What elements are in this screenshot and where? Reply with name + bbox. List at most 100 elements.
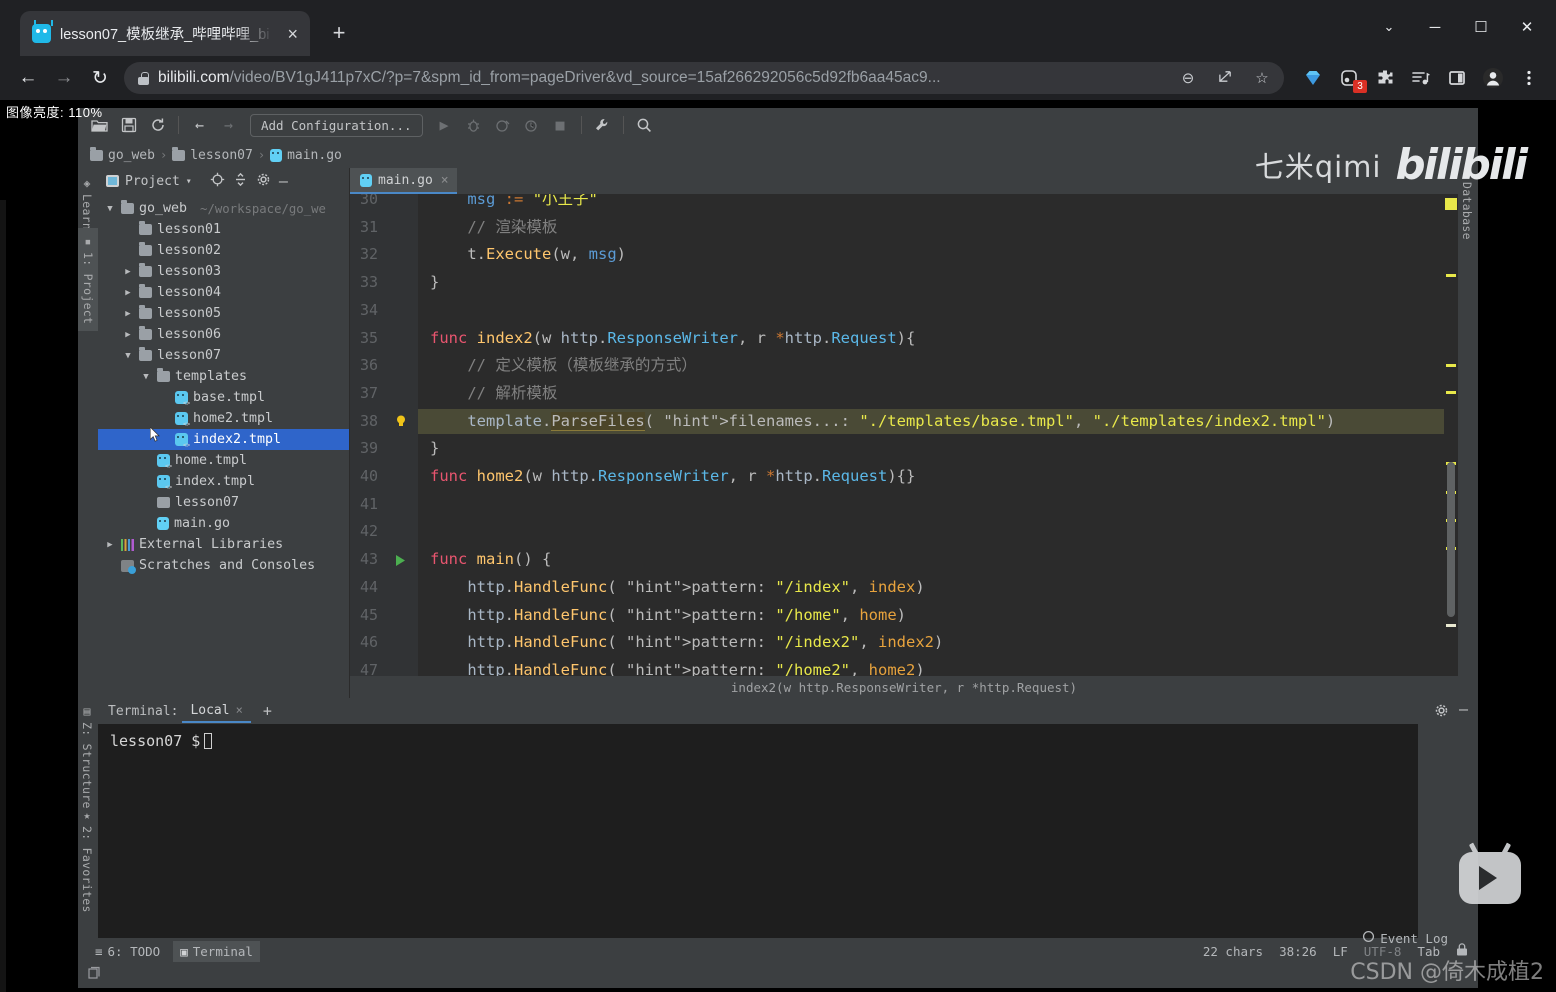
code-line[interactable]: template.ParseFiles( "hint">filenames...… (430, 411, 1335, 431)
locate-icon[interactable] (210, 172, 225, 191)
tree-item-lesson05[interactable]: ▶ lesson05 (98, 303, 349, 324)
chevron-down-icon[interactable]: ⌄ (1366, 8, 1412, 46)
event-log-button[interactable]: Event Log (1362, 930, 1448, 946)
new-tab-button[interactable]: + (325, 20, 353, 48)
code-line[interactable]: // 渲染模板 (430, 217, 557, 237)
code-editor[interactable]: 30313233343536373839404142434445464748 m… (350, 194, 1458, 676)
add-terminal-button[interactable]: + (255, 702, 280, 720)
chevron-right-icon[interactable]: ▶ (122, 309, 134, 319)
breadcrumb-item-lesson07[interactable]: lesson07 (172, 146, 253, 163)
bookmark-star-icon[interactable]: ☆ (1248, 69, 1276, 87)
ide-back-button[interactable]: ← (186, 112, 213, 138)
code-line[interactable]: } (430, 438, 439, 458)
code-line[interactable]: http.HandleFunc( "hint">pattern: "/home"… (430, 605, 906, 625)
code-line[interactable]: // 解析模板 (430, 383, 557, 403)
code-line[interactable]: t.Execute(w, msg) (430, 244, 626, 264)
profile-avatar-icon[interactable] (1476, 62, 1510, 94)
tree-item-lesson04[interactable]: ▶ lesson04 (98, 282, 349, 303)
close-icon[interactable]: × (236, 703, 243, 717)
search-icon[interactable] (631, 112, 658, 138)
status-terminal-button[interactable]: ▣ Terminal (173, 940, 260, 962)
terminal-output[interactable]: lesson07 $ (98, 724, 1418, 938)
code-content[interactable]: msg := "小王子" // 渲染模板 t.Execute(w, msg)} f… (418, 194, 1458, 676)
window-restore-icon[interactable] (86, 966, 101, 985)
gear-icon[interactable] (256, 172, 271, 191)
run-gutter-icon[interactable] (394, 552, 410, 568)
tree-item-scratches-and-consoles[interactable]: Scratches and Consoles (98, 555, 349, 576)
code-line[interactable]: http.HandleFunc( "hint">pattern: "/index… (430, 632, 943, 652)
gear-icon[interactable] (1434, 703, 1449, 722)
media-playlist-icon[interactable] (1404, 62, 1438, 94)
tree-item-home2-tmpl[interactable]: home2.tmpl (98, 408, 349, 429)
tree-item-main-go[interactable]: main.go (98, 513, 349, 534)
share-icon[interactable] (1211, 69, 1239, 88)
hide-terminal-button[interactable]: — (1459, 702, 1468, 717)
sidebar-item-structure[interactable]: ▤ Z: Structure (80, 704, 94, 809)
close-icon[interactable]: × (283, 25, 302, 43)
line-number-gutter[interactable]: 30313233343536373839404142434445464748 (350, 194, 418, 676)
chevron-right-icon[interactable]: ▶ (122, 288, 134, 298)
tree-item-lesson07[interactable]: ▼ lesson07 (98, 345, 349, 366)
breadcrumb-item-main-go[interactable]: main.go (270, 148, 342, 163)
ide-forward-button[interactable]: → (215, 112, 242, 138)
chevron-down-icon[interactable]: ▼ (104, 204, 116, 214)
tree-item-base-tmpl[interactable]: base.tmpl (98, 387, 349, 408)
video-player-area[interactable]: 图像亮度: 110% 七米qimi bilibili CSDN @倚木成植2 ←… (0, 100, 1556, 992)
maximize-button[interactable]: ☐ (1458, 8, 1504, 46)
tree-item-lesson03[interactable]: ▶ lesson03 (98, 261, 349, 282)
coverage-icon[interactable] (489, 112, 516, 138)
back-button[interactable]: ← (10, 62, 46, 94)
tree-item-index-tmpl[interactable]: index.tmpl (98, 471, 349, 492)
forward-button[interactable]: → (46, 62, 82, 94)
collapse-all-icon[interactable] (233, 172, 248, 191)
tree-item-lesson01[interactable]: lesson01 (98, 219, 349, 240)
status-line-separator[interactable]: LF (1333, 944, 1348, 959)
close-icon[interactable]: × (441, 173, 449, 188)
code-line[interactable]: func index2(w http.ResponseWriter, r *ht… (430, 328, 915, 348)
sync-icon[interactable] (144, 112, 171, 138)
tree-item-lesson07[interactable]: lesson07 (98, 492, 349, 513)
marker-gutter[interactable] (1444, 194, 1458, 676)
tree-item-lesson06[interactable]: ▶ lesson06 (98, 324, 349, 345)
status-todo-button[interactable]: ≡ 6: TODO (88, 941, 167, 962)
chrome-menu-icon[interactable] (1512, 62, 1546, 94)
chevron-right-icon[interactable]: ▶ (122, 330, 134, 340)
lock-icon[interactable] (1456, 943, 1468, 959)
sidebar-item-database[interactable]: Database (1460, 182, 1474, 240)
tree-item-index2-tmpl[interactable]: index2.tmpl (98, 429, 349, 450)
intention-bulb-icon[interactable] (394, 413, 410, 429)
wrench-icon[interactable] (589, 112, 616, 138)
chevron-right-icon[interactable]: ▶ (122, 267, 134, 277)
reload-button[interactable]: ↻ (82, 62, 118, 94)
minimize-button[interactable]: ─ (1412, 8, 1458, 46)
browser-tab[interactable]: lesson07_模板继承_哔哩哔哩_bi × (20, 11, 310, 56)
save-icon[interactable] (115, 112, 142, 138)
puzzle-icon[interactable] (1368, 62, 1402, 94)
run-configuration-selector[interactable]: Add Configuration... (250, 113, 423, 137)
code-line[interactable]: func main() { (430, 549, 551, 569)
terminal-tab-local[interactable]: Local × (182, 700, 251, 723)
chevron-down-icon[interactable]: ▾ (186, 176, 192, 187)
run-button[interactable]: ▶ (431, 112, 458, 138)
code-line[interactable]: http.HandleFunc( "hint">pattern: "/index… (430, 577, 924, 597)
sidebar-item-learn[interactable]: ◈ Learn (80, 176, 94, 230)
bookmark-manager-icon[interactable]: 3 (1332, 62, 1367, 94)
sidebar-item-favorites[interactable]: ★ 2: Favorites (80, 808, 94, 913)
address-bar[interactable]: bilibili.com/video/BV1gJ411p7xC/?p=7&spm… (124, 62, 1284, 94)
tree-item-lesson02[interactable]: lesson02 (98, 240, 349, 261)
code-line[interactable]: msg := "小王子" (430, 194, 598, 209)
editor-scrollbar-thumb[interactable] (1447, 462, 1455, 617)
code-line[interactable]: } (430, 272, 439, 292)
debug-icon[interactable] (460, 112, 487, 138)
code-line[interactable]: func home2(w http.ResponseWriter, r *htt… (430, 466, 915, 486)
code-line[interactable]: http.HandleFunc( "hint">pattern: "/home2… (430, 660, 924, 676)
editor-tab-main-go[interactable]: main.go × (350, 168, 457, 194)
status-caret-position[interactable]: 38:26 (1279, 944, 1317, 959)
tree-item-home-tmpl[interactable]: home.tmpl (98, 450, 349, 471)
zoom-out-icon[interactable]: ⊖ (1174, 69, 1202, 87)
hide-panel-button[interactable]: — (279, 172, 288, 190)
side-panel-icon[interactable] (1440, 62, 1474, 94)
tree-item-go-web[interactable]: ▼ go_web ~/workspace/go_we (98, 198, 349, 219)
chevron-right-icon[interactable]: ▶ (104, 540, 116, 550)
breadcrumb-item-go_web[interactable]: go_web (90, 146, 155, 163)
